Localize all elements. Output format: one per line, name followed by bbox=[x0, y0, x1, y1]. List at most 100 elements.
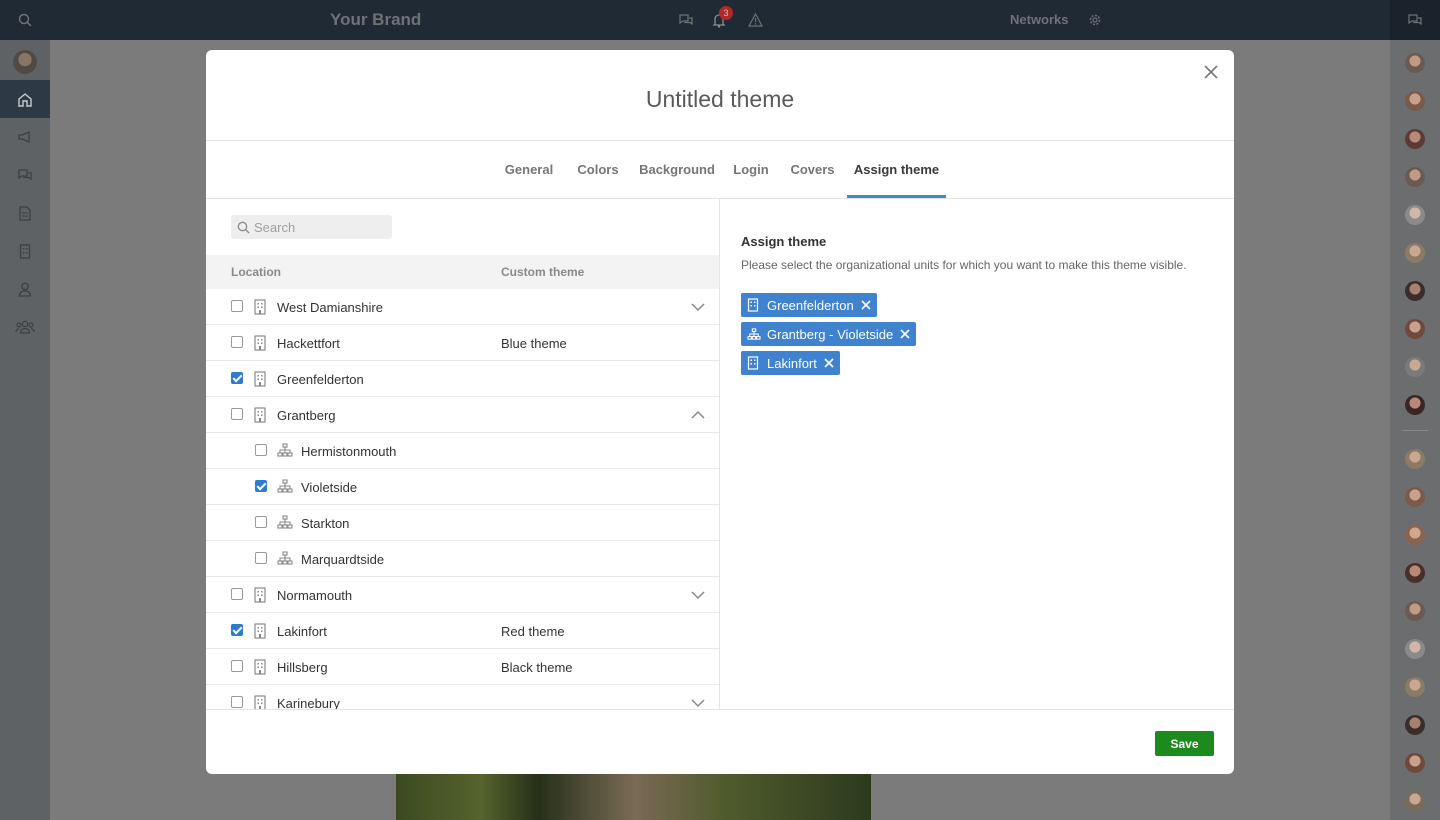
gear-icon bbox=[1089, 14, 1101, 26]
avatar[interactable] bbox=[1405, 167, 1425, 187]
chevron-up-icon[interactable] bbox=[690, 408, 706, 422]
row-checkbox[interactable] bbox=[255, 480, 267, 492]
org-chart-icon bbox=[277, 551, 293, 567]
table-row[interactable]: Karinebury bbox=[206, 685, 719, 709]
chat-panel-button[interactable] bbox=[1390, 0, 1440, 40]
selected-unit-chip: Lakinfort bbox=[741, 351, 840, 375]
background-post-image bbox=[396, 774, 871, 820]
table-row[interactable]: Normamouth bbox=[206, 577, 719, 613]
avatar[interactable] bbox=[1405, 53, 1425, 73]
remove-chip-button[interactable] bbox=[824, 358, 834, 368]
tab-assign-theme[interactable]: Assign theme bbox=[847, 141, 946, 198]
row-checkbox[interactable] bbox=[231, 696, 243, 708]
table-row[interactable]: Grantberg bbox=[206, 397, 719, 433]
avatar[interactable] bbox=[1405, 449, 1425, 469]
avatar[interactable] bbox=[1405, 91, 1425, 111]
avatar[interactable] bbox=[1405, 129, 1425, 149]
search-field[interactable] bbox=[231, 215, 392, 239]
table-row[interactable]: Violetside bbox=[206, 469, 719, 505]
search-input[interactable] bbox=[254, 219, 384, 235]
user-avatar[interactable] bbox=[13, 50, 37, 74]
row-checkbox[interactable] bbox=[231, 660, 243, 672]
avatar[interactable] bbox=[1405, 715, 1425, 735]
row-custom-theme: Blue theme bbox=[501, 336, 567, 351]
networks-link[interactable]: Networks bbox=[1010, 12, 1069, 27]
table-row[interactable]: Hillsberg Black theme bbox=[206, 649, 719, 685]
avatar[interactable] bbox=[1405, 319, 1425, 339]
remove-chip-button[interactable] bbox=[900, 329, 910, 339]
row-custom-theme: Red theme bbox=[501, 624, 565, 639]
row-custom-theme: Black theme bbox=[501, 660, 573, 675]
user-icon bbox=[18, 282, 32, 297]
table-row[interactable]: Lakinfort Red theme bbox=[206, 613, 719, 649]
row-checkbox[interactable] bbox=[255, 444, 267, 456]
row-checkbox[interactable] bbox=[231, 624, 243, 636]
avatar[interactable] bbox=[1405, 243, 1425, 263]
row-location-name: Greenfelderton bbox=[277, 372, 364, 387]
tab-background[interactable]: Background bbox=[636, 141, 718, 198]
sidebar-item-colleagues[interactable] bbox=[0, 308, 50, 346]
sidebar-item-conversations[interactable] bbox=[0, 156, 50, 194]
row-checkbox[interactable] bbox=[231, 300, 243, 312]
chevron-down-icon[interactable] bbox=[690, 300, 706, 314]
avatar[interactable] bbox=[1405, 281, 1425, 301]
brand-logo[interactable]: Your Brand bbox=[330, 10, 421, 30]
avatar[interactable] bbox=[1405, 601, 1425, 621]
row-location-name: West Damianshire bbox=[277, 300, 383, 315]
left-sidebar bbox=[0, 40, 50, 820]
alerts-button[interactable] bbox=[745, 10, 765, 30]
remove-chip-button[interactable] bbox=[861, 300, 871, 310]
building-icon bbox=[19, 243, 31, 259]
avatar[interactable] bbox=[1405, 395, 1425, 415]
tab-login[interactable]: Login bbox=[729, 141, 773, 198]
row-checkbox[interactable] bbox=[255, 552, 267, 564]
row-checkbox[interactable] bbox=[255, 516, 267, 528]
section-title: Assign theme bbox=[741, 234, 827, 249]
close-button[interactable] bbox=[1202, 63, 1220, 81]
row-location-name: Hackettfort bbox=[277, 336, 340, 351]
avatar[interactable] bbox=[1405, 525, 1425, 545]
table-row[interactable]: Hermistonmouth bbox=[206, 433, 719, 469]
tab-colors[interactable]: Colors bbox=[571, 141, 625, 198]
megaphone-icon bbox=[18, 131, 30, 143]
avatar[interactable] bbox=[1405, 791, 1425, 811]
global-search-button[interactable] bbox=[0, 0, 50, 40]
sidebar-item-profile[interactable] bbox=[0, 270, 50, 308]
row-location-name: Grantberg bbox=[277, 408, 336, 423]
avatar[interactable] bbox=[1405, 753, 1425, 773]
table-row[interactable]: Hackettfort Blue theme bbox=[206, 325, 719, 361]
tab-covers[interactable]: Covers bbox=[784, 141, 841, 198]
row-checkbox[interactable] bbox=[231, 588, 243, 600]
table-row[interactable]: West Damianshire bbox=[206, 289, 719, 325]
chevron-down-icon[interactable] bbox=[690, 696, 706, 709]
chevron-down-icon[interactable] bbox=[690, 588, 706, 602]
row-checkbox[interactable] bbox=[231, 372, 243, 384]
row-checkbox[interactable] bbox=[231, 408, 243, 420]
table-row[interactable]: Marquardtside bbox=[206, 541, 719, 577]
notifications-button[interactable]: 3 bbox=[709, 6, 733, 30]
avatar[interactable] bbox=[1405, 205, 1425, 225]
row-location-name: Starkton bbox=[301, 516, 350, 531]
sidebar-item-home[interactable] bbox=[0, 80, 50, 118]
avatar[interactable] bbox=[1405, 563, 1425, 583]
sidebar-item-pages[interactable] bbox=[0, 232, 50, 270]
table-row[interactable]: Greenfelderton bbox=[206, 361, 719, 397]
table-row[interactable]: Starkton bbox=[206, 505, 719, 541]
avatar[interactable] bbox=[1405, 639, 1425, 659]
avatar[interactable] bbox=[1405, 487, 1425, 507]
avatar[interactable] bbox=[1405, 677, 1425, 697]
row-checkbox[interactable] bbox=[231, 336, 243, 348]
close-icon bbox=[1204, 65, 1218, 79]
messages-button[interactable] bbox=[676, 10, 696, 30]
building-icon bbox=[253, 623, 269, 639]
sidebar-item-documents[interactable] bbox=[0, 194, 50, 232]
chat-bubbles-icon bbox=[679, 14, 693, 26]
sidebar-item-announcements[interactable] bbox=[0, 118, 50, 156]
settings-button[interactable] bbox=[1085, 10, 1105, 30]
row-location-name: Marquardtside bbox=[301, 552, 385, 567]
tab-general[interactable]: General bbox=[500, 141, 558, 198]
save-button[interactable]: Save bbox=[1155, 731, 1214, 756]
table-header: Location Custom theme bbox=[206, 255, 719, 289]
column-header-location: Location bbox=[231, 265, 281, 279]
avatar[interactable] bbox=[1405, 357, 1425, 377]
